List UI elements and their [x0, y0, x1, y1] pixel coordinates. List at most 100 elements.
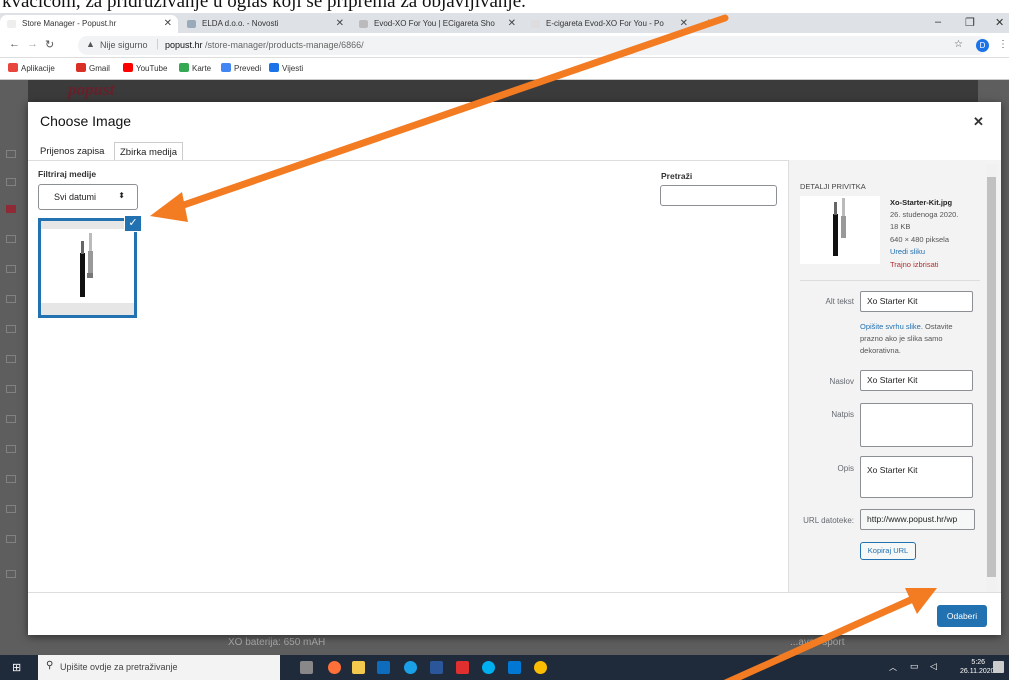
taskbar-search-input[interactable]: ⚲ Upišite ovdje za pretraživanje [38, 655, 280, 680]
bookmark-apps[interactable]: Aplikacije [8, 63, 55, 73]
ecig-preview-image [833, 198, 846, 256]
file-size: 18 KB [890, 222, 911, 231]
new-tab-button[interactable]: + [705, 15, 713, 30]
tab-label: E-cigareta Evod-XO For You - Po [546, 19, 664, 28]
tab-media-library[interactable]: Zbirka medija [114, 142, 184, 161]
reload-icon[interactable]: ↻ [45, 38, 54, 51]
window-close-icon[interactable]: ✕ [995, 16, 1004, 29]
menu-icon [6, 535, 16, 543]
url-field[interactable]: ▲ Nije sigurno | popust.hr /store-manage… [78, 36, 988, 55]
warning-icon: ▲ [86, 39, 95, 49]
windows-start-icon[interactable]: ⊞ [12, 661, 21, 674]
tab-label: Store Manager - Popust.hr [22, 19, 117, 28]
image-dimensions: 640 × 480 piksela [890, 235, 950, 244]
title-field[interactable]: Xo Starter Kit [860, 370, 973, 391]
tab-upload[interactable]: Prijenos zapisa [35, 142, 109, 161]
network-icon[interactable]: ▭ [910, 661, 919, 672]
chrome-icon[interactable] [534, 661, 547, 674]
star-icon[interactable]: ☆ [954, 39, 963, 50]
word-icon[interactable] [430, 661, 443, 674]
address-bar-row: ← → ↻ ▲ Nije sigurno | popust.hr /store-… [0, 33, 1009, 58]
site-logo: popust [68, 80, 115, 99]
clock[interactable]: 5:26 26.11.2020. [960, 658, 996, 676]
choose-image-modal: Choose Image ✕ Prijenos zapisa Zbirka me… [28, 102, 1001, 635]
caption-field[interactable] [860, 403, 973, 447]
menu-icon [6, 325, 16, 333]
maximize-icon[interactable]: ❐ [965, 16, 975, 29]
menu-icon [6, 178, 16, 186]
notifications-icon[interactable] [993, 661, 1004, 673]
bookmark-gmail[interactable]: Gmail [76, 63, 110, 73]
document-caption: kvaciсom, za pridruživanje u oglas koji … [0, 0, 1009, 13]
task-view-icon[interactable] [300, 661, 313, 674]
media-thumbnail[interactable] [38, 218, 137, 318]
favicon-icon [359, 20, 368, 28]
product-spec-text: XO baterija: 650 mAH [228, 637, 326, 648]
translate-icon [221, 63, 231, 72]
firefox-icon[interactable] [328, 661, 341, 674]
checkmark-icon[interactable]: ✓ [124, 215, 142, 232]
menu-icon[interactable]: ⋮ [998, 39, 1008, 50]
delete-permanently-link[interactable]: Trajno izbrisati [890, 260, 939, 269]
attachment-preview [800, 196, 880, 264]
tab-evod-xo[interactable]: Evod-XO For You | ECigareta Sho ✕ [352, 15, 522, 33]
edge-icon[interactable] [404, 661, 417, 674]
menu-icon [6, 475, 16, 483]
url-path: /store-manager/products-manage/6866/ [205, 40, 364, 50]
ecig-image [41, 221, 134, 315]
file-url-field[interactable]: http://www.popust.hr/wp [860, 509, 975, 530]
site-header: popust [28, 80, 978, 102]
select-button[interactable]: Odaberi [937, 605, 987, 627]
security-label: Nije sigurno [100, 40, 148, 50]
filter-label: Filtriraj medije [38, 169, 97, 179]
menu-icon [6, 295, 16, 303]
upload-date: 26. studenoga 2020. [890, 210, 959, 219]
favicon-icon [531, 20, 540, 28]
bookmark-youtube[interactable]: YouTube [123, 63, 167, 73]
alt-help-link[interactable]: Opišite svrhu slike [860, 322, 921, 331]
details-divider [800, 280, 980, 281]
close-icon[interactable]: ✕ [336, 18, 344, 29]
store-icon[interactable] [377, 661, 390, 674]
bookmark-vijesti[interactable]: Vijesti [269, 63, 303, 73]
url-divider: | [156, 38, 159, 50]
tab-elda[interactable]: ELDA d.o.o. - Novosti ✕ [180, 15, 350, 33]
tab-store-manager[interactable]: Store Manager - Popust.hr ✕ [0, 15, 178, 33]
menu-icon [6, 150, 16, 158]
acrobat-icon[interactable] [456, 661, 469, 674]
bookmark-prevedi[interactable]: Prevedi [221, 63, 261, 73]
description-field[interactable]: Xo Starter Kit [860, 456, 973, 498]
date-filter-select[interactable]: Svi datumi ⬍ [38, 184, 138, 210]
volume-icon[interactable]: ◁ [930, 661, 937, 672]
file-explorer-icon[interactable] [352, 661, 365, 674]
minimize-icon[interactable]: – [935, 16, 941, 28]
profile-avatar[interactable]: D [976, 39, 989, 52]
copy-url-button[interactable]: Kopiraj URL [860, 542, 916, 560]
tray-icon[interactable]: ︿ [889, 662, 897, 673]
maps-icon [179, 63, 189, 72]
menu-icon [6, 385, 16, 393]
menu-icon [6, 355, 16, 363]
category-text: ...ava i sport [790, 637, 845, 648]
back-icon[interactable]: ← [9, 38, 20, 50]
search-input[interactable] [660, 185, 777, 206]
edit-image-link[interactable]: Uredi sliku [890, 247, 925, 256]
menu-icon [6, 235, 16, 243]
tab-e-cigareta[interactable]: E-cigareta Evod-XO For You - Po ✕ [524, 15, 694, 33]
bookmark-karte[interactable]: Karte [179, 63, 211, 73]
news-icon [269, 63, 279, 72]
browser-tab-bar: Store Manager - Popust.hr ✕ ELDA d.o.o. … [0, 13, 1009, 33]
url-host: popust.hr [165, 40, 203, 50]
youtube-icon [123, 63, 133, 72]
scrollbar[interactable] [986, 164, 997, 592]
close-icon[interactable]: ✕ [508, 18, 516, 29]
skype-icon[interactable] [482, 661, 495, 674]
scrollbar-thumb[interactable] [987, 177, 996, 577]
close-icon[interactable]: ✕ [973, 114, 984, 130]
close-icon[interactable]: ✕ [164, 18, 172, 29]
outlook-icon[interactable] [508, 661, 521, 674]
forward-icon[interactable]: → [27, 38, 38, 50]
alt-text-field[interactable]: Xo Starter Kit [860, 291, 973, 312]
modal-title: Choose Image [40, 113, 132, 129]
close-icon[interactable]: ✕ [680, 18, 688, 29]
